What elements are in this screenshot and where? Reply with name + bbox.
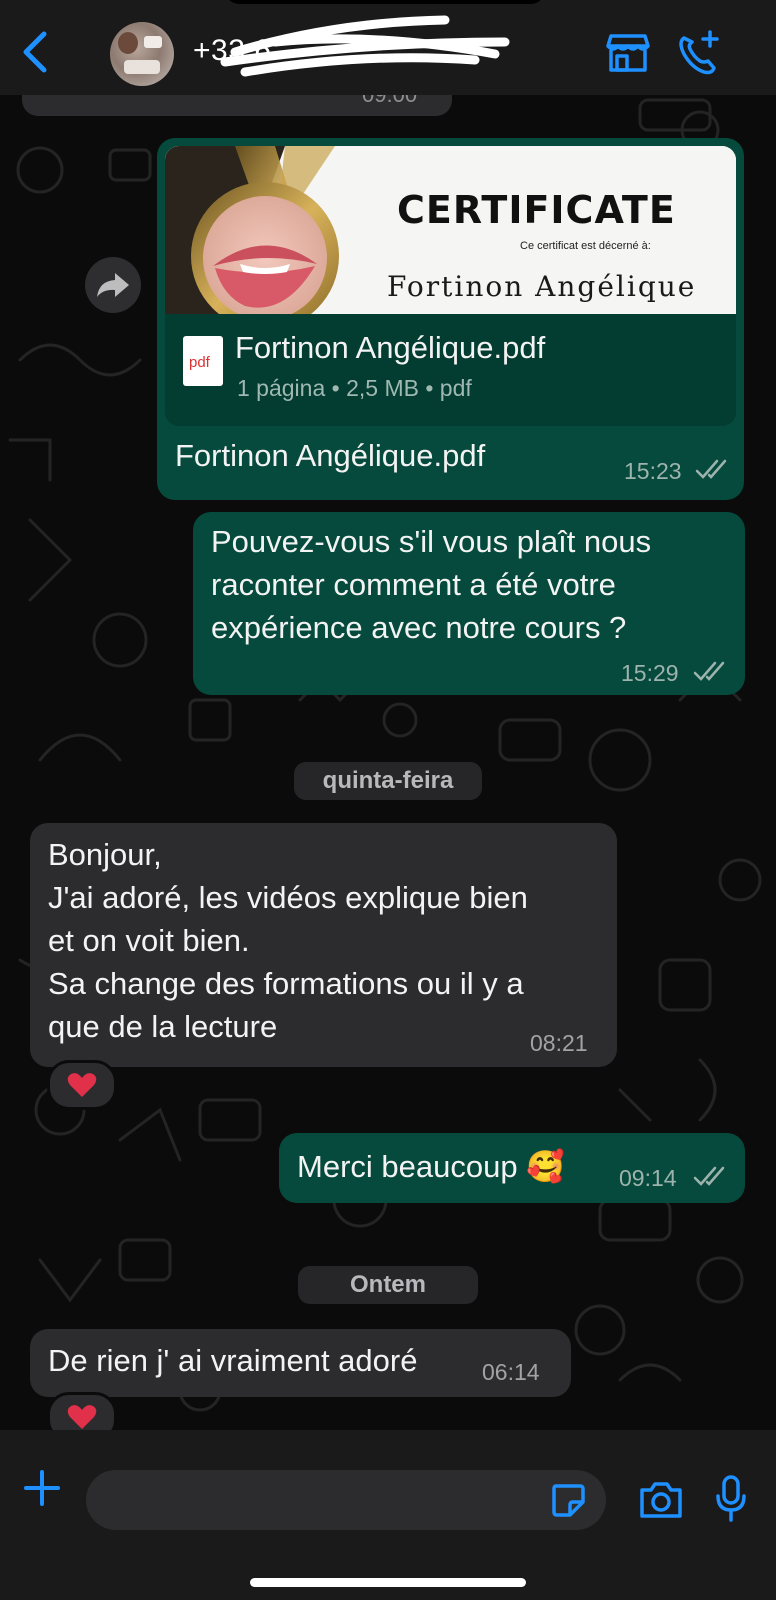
message-input[interactable] [108, 1480, 532, 1522]
certificate-preview-image[interactable]: CERTIFICATE Ce certificat est décerné à:… [165, 146, 736, 314]
file-message-bubble[interactable]: CERTIFICATE Ce certificat est décerné à:… [157, 138, 744, 500]
microphone-button[interactable] [715, 1474, 747, 1524]
heart-icon [67, 1073, 97, 1097]
date-separator: quinta-feira [294, 762, 482, 800]
plus-icon [24, 1470, 60, 1506]
message-input-box[interactable] [86, 1470, 606, 1530]
phone-plus-icon [679, 30, 719, 75]
file-caption: Fortinon Angélique.pdf [175, 438, 486, 473]
chevron-left-icon [23, 31, 47, 73]
add-call-button[interactable] [676, 28, 722, 76]
message-line: expérience avec notre cours ? [211, 610, 627, 645]
redaction-scribble [220, 15, 510, 77]
attach-button[interactable] [22, 1468, 62, 1508]
message-line: J'ai adoré, les vidéos explique bien [48, 880, 528, 915]
message-line: Bonjour, [48, 837, 162, 872]
read-receipt-icon [693, 1166, 725, 1186]
composer-bar [0, 1430, 776, 1600]
file-name: Fortinon Angélique.pdf [235, 330, 546, 365]
pdf-file-icon: pdf [183, 336, 223, 386]
date-separator: Ontem [298, 1266, 478, 1304]
incoming-message-bubble[interactable]: Bonjour, J'ai adoré, les vidéos explique… [30, 823, 617, 1067]
certificate-subtitle: Ce certificat est décerné à: [520, 240, 651, 252]
sticker-icon [552, 1484, 585, 1517]
heart-icon [67, 1405, 97, 1429]
back-button[interactable] [18, 30, 54, 74]
read-receipt-icon [695, 459, 727, 479]
read-receipt-icon [693, 661, 725, 681]
certificate-title: CERTIFICATE [397, 188, 676, 232]
file-type-label: pdf [189, 354, 210, 371]
message-line: Sa change des formations ou il y a [48, 966, 524, 1001]
message-line: Pouvez-vous s'il vous plaît nous [211, 524, 652, 559]
outgoing-message-bubble[interactable]: Pouvez-vous s'il vous plaît nous raconte… [193, 512, 745, 695]
home-indicator [250, 1578, 526, 1587]
message-line: que de la lecture [48, 1009, 278, 1044]
forward-button[interactable] [85, 257, 141, 313]
chat-header: +33 6 [0, 0, 776, 95]
device-notch [225, 0, 545, 4]
camera-button[interactable] [638, 1480, 684, 1520]
message-time: 06:14 [482, 1359, 540, 1385]
business-store-button[interactable] [605, 30, 651, 74]
message-text: Merci beaucoup 🥰 [297, 1149, 565, 1184]
forward-arrow-icon [97, 273, 129, 297]
microphone-icon [716, 1475, 746, 1522]
camera-icon [640, 1482, 682, 1518]
message-time: 15:29 [621, 660, 679, 686]
message-reaction[interactable] [47, 1060, 117, 1110]
certificate-recipient: Fortinon Angélique [387, 270, 697, 303]
file-meta: 1 página • 2,5 MB • pdf [237, 375, 472, 401]
message-time: 08:21 [530, 1030, 588, 1056]
contact-avatar[interactable] [110, 22, 174, 86]
sticker-button[interactable] [550, 1482, 586, 1518]
message-time: 15:23 [624, 458, 682, 484]
message-time: 09:14 [619, 1165, 677, 1191]
message-line: et on voit bien. [48, 923, 250, 958]
message-text: De rien j' ai vraiment adoré [48, 1343, 418, 1378]
incoming-message-bubble[interactable]: De rien j' ai vraiment adoré 06:14 [30, 1329, 571, 1397]
outgoing-message-bubble[interactable]: Merci beaucoup 🥰 09:14 [279, 1133, 745, 1203]
file-attachment-card[interactable]: pdf Fortinon Angélique.pdf 1 página • 2,… [165, 314, 736, 426]
storefront-icon [606, 34, 650, 72]
message-line: raconter comment a été votre [211, 567, 616, 602]
